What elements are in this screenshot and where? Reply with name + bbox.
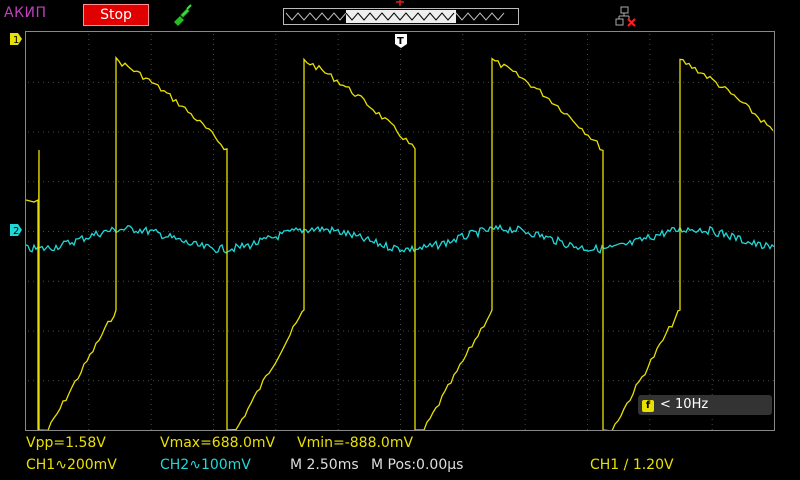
- usb-disconnected-icon: [615, 6, 636, 27]
- frequency-value: < 10Hz: [660, 397, 709, 412]
- trigger-time-marker[interactable]: T: [394, 33, 408, 49]
- trigger-setting[interactable]: CH1 ∕ 1.20V: [590, 457, 674, 473]
- svg-text:1: 1: [13, 35, 19, 46]
- horizontal-position[interactable]: M Pos:0.00µs: [371, 457, 463, 473]
- measure-vmin: Vmin=-888.0mV: [297, 435, 414, 451]
- ch1-trace: [26, 55, 774, 430]
- ch1-scale[interactable]: CH1∿200mV: [26, 457, 117, 473]
- run-stop-button[interactable]: Stop: [83, 4, 149, 26]
- trigger-position-marker: [396, 0, 404, 6]
- ch2-level-marker[interactable]: 2: [9, 223, 23, 237]
- ch2-trace: [26, 223, 774, 255]
- timebase-scale[interactable]: M 2.50ms: [290, 457, 359, 473]
- waveform-traces: [26, 55, 774, 430]
- status-bar: Vpp=1.58V Vmax=688.0mV Vmin=-888.0mV CH1…: [0, 432, 800, 480]
- ch1-level-marker[interactable]: 1: [9, 32, 23, 46]
- measure-vmax: Vmax=688.0mV: [160, 435, 276, 451]
- ch2-scale[interactable]: CH2∿100mV: [160, 457, 251, 473]
- waveform-display: [25, 31, 775, 431]
- svg-text:2: 2: [13, 226, 19, 237]
- measure-vpp: Vpp=1.58V: [26, 435, 106, 451]
- svg-text:T: T: [397, 36, 404, 47]
- frequency-icon: f: [642, 400, 654, 412]
- probe-icon: [174, 4, 192, 26]
- top-bar: АКИП Stop: [0, 0, 800, 30]
- frequency-counter: f < 10Hz: [638, 395, 772, 415]
- timebase-overview: [283, 8, 519, 25]
- brand-logo: АКИП: [4, 5, 47, 21]
